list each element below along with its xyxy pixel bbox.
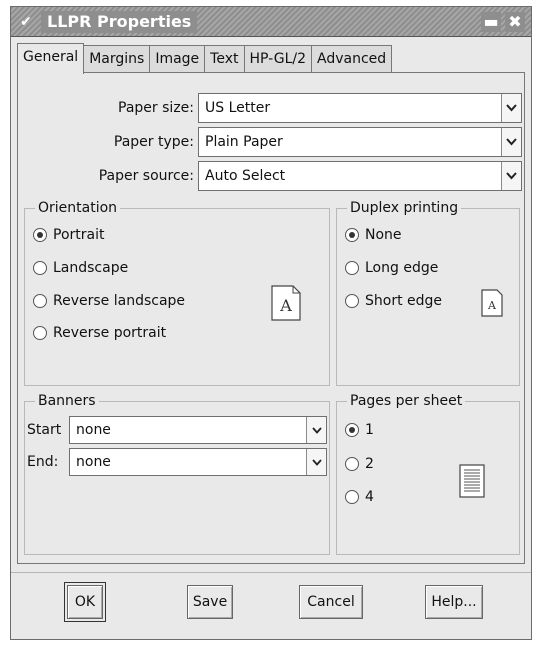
radio-button[interactable] [345,294,359,308]
cancel-button[interactable]: Cancel [299,585,363,619]
radio-button[interactable] [33,294,47,308]
banner-start-label: Start [27,422,62,438]
chevron-down-icon[interactable] [306,449,326,475]
orientation-title: Orientation [35,199,121,217]
banner-start-select[interactable]: none [69,416,327,444]
duplex-short-edge[interactable]: Short edge [345,289,442,313]
pages-per-sheet-group: Pages per sheet 1 2 4 [336,392,520,555]
radio-label: None [365,227,402,243]
radio-label: Reverse landscape [53,293,186,309]
chevron-down-icon[interactable] [501,128,521,156]
save-button[interactable]: Save [187,585,233,619]
tab-image[interactable]: Image [149,45,206,73]
radio-button[interactable] [345,261,359,275]
banner-end-value: none [76,454,111,470]
radio-button[interactable] [345,423,359,437]
tab-text[interactable]: Text [204,45,245,73]
banners-group: Banners Start none End: none [24,392,330,555]
window-title: LLPR Properties [41,11,198,33]
banner-end-label: End: [27,454,59,470]
paper-type-select[interactable]: Plain Paper [198,127,522,157]
button-separator [11,572,531,573]
paper-size-select[interactable]: US Letter [198,93,522,123]
tab-advanced[interactable]: Advanced [311,45,393,73]
orientation-group: Orientation Portrait Landscape Reverse l… [24,199,330,386]
pages-per-sheet-2[interactable]: 2 [345,452,374,476]
duplex-long-edge[interactable]: Long edge [345,256,438,280]
minimize-icon[interactable]: ▬ [481,12,501,32]
general-panel: Paper size: US Letter Paper type: Plain … [17,72,525,564]
paper-source-label: Paper source: [98,168,194,184]
paper-size-value: US Letter [205,100,271,116]
title-bar[interactable]: ✔ LLPR Properties ▬ ✖ [11,7,531,37]
radio-button[interactable] [345,457,359,471]
ok-button[interactable]: OK [64,582,106,622]
tab-bar: General Margins Image Text HP-GL/2 Advan… [17,43,393,74]
tab-general[interactable]: General [17,43,85,74]
radio-label: Long edge [365,260,439,276]
radio-button[interactable] [345,490,359,504]
window-menu-icon[interactable]: ✔ [17,13,35,31]
duplex-group: Duplex printing None Long edge Short edg… [336,199,520,386]
banner-start-value: none [76,422,111,438]
orientation-landscape[interactable]: Landscape [33,256,128,280]
paper-source-value: Auto Select [205,168,286,184]
radio-label: Short edge [365,293,443,309]
duplex-title: Duplex printing [347,199,462,217]
paper-type-label: Paper type: [113,134,194,150]
banners-title: Banners [35,392,99,410]
close-icon[interactable]: ✖ [505,12,525,32]
properties-window: ✔ LLPR Properties ▬ ✖ General Margins Im… [10,6,532,640]
paper-type-value: Plain Paper [205,134,283,150]
tab-hpgl2[interactable]: HP-GL/2 [243,45,312,73]
pages-per-sheet-4[interactable]: 4 [345,485,374,509]
radio-button[interactable] [33,261,47,275]
radio-label: Reverse portrait [53,325,167,341]
radio-label: Portrait [53,227,105,243]
orientation-reverse-landscape[interactable]: Reverse landscape [33,289,185,313]
pages-per-sheet-1[interactable]: 1 [345,418,374,442]
radio-label: 2 [365,456,374,472]
portrait-preview-letter: A [279,296,292,315]
orientation-reverse-portrait[interactable]: Reverse portrait [33,321,166,345]
duplex-page-icon: A [481,289,503,317]
portrait-page-icon: A [271,285,301,321]
chevron-down-icon[interactable] [501,94,521,122]
radio-label: Landscape [53,260,129,276]
duplex-none[interactable]: None [345,223,402,247]
radio-button[interactable] [33,326,47,340]
tab-margins[interactable]: Margins [83,45,151,73]
radio-button[interactable] [345,228,359,242]
chevron-down-icon[interactable] [501,162,521,190]
paper-source-select[interactable]: Auto Select [198,161,522,191]
help-button[interactable]: Help... [425,585,483,619]
radio-label: 1 [365,422,374,438]
radio-label: 4 [365,489,374,505]
chevron-down-icon[interactable] [306,417,326,443]
banner-end-select[interactable]: none [69,448,327,476]
paper-size-label: Paper size: [118,100,194,116]
pages-per-sheet-title: Pages per sheet [347,392,466,410]
text-page-icon [459,464,485,498]
orientation-portrait[interactable]: Portrait [33,223,104,247]
duplex-preview-letter: A [487,299,497,312]
radio-button[interactable] [33,228,47,242]
